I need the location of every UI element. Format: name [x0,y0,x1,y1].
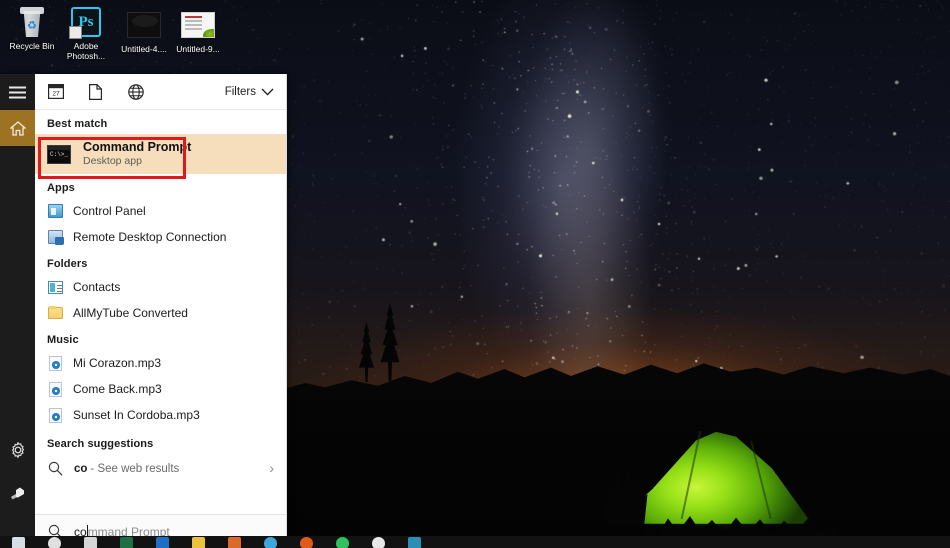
result-item-sunset-in-cordoba[interactable]: Sunset In Cordoba.mp3 [35,402,286,428]
image-thumbnail-icon [114,6,174,44]
result-item-label: Remote Desktop Connection [73,230,227,244]
taskbar-item-whatsapp[interactable] [324,536,360,548]
web-icon[interactable] [127,83,144,100]
power-icon [11,487,24,500]
desktop-icon-untitled-9[interactable]: Untitled-9... [168,6,228,54]
music-file-icon [47,407,63,423]
music-file-icon [47,381,63,397]
desktop-icon-group: ♻ Recycle Bin Ps Adobe Photosh... Untitl… [0,0,240,70]
filters-dropdown[interactable]: Filters [225,86,274,98]
taskbar-item-file-explorer[interactable] [180,536,216,548]
search-results-panel: 27 Filters Best match C:\>_ Command Prom… [35,74,287,548]
folder-icon [47,305,63,321]
result-item-allmytube-converted[interactable]: AllMyTube Converted [35,300,286,326]
result-item-subtitle: Desktop app [83,155,142,167]
desktop-icon-label: Adobe Photosh... [66,41,106,61]
result-item-text: Command Prompt Desktop app [83,140,191,168]
command-prompt-icon: C:\>_ [47,144,71,164]
section-heading-best-match: Best match [47,118,108,130]
control-panel-icon [47,203,63,219]
sidebar-item-settings[interactable] [0,432,35,468]
start-menu-rail [0,74,35,548]
remote-desktop-icon [47,229,64,245]
suggestion-rest: - See web results [90,463,180,475]
results-scroll-area[interactable]: Best match C:\>_ Command Prompt Desktop … [35,110,286,514]
result-item-control-panel[interactable]: Control Panel [35,198,286,224]
photoshop-badge: Ps [69,7,101,39]
desktop-icon-untitled-4[interactable]: Untitled-4.... [114,6,174,54]
desktop-icon-label: Untitled-4.... [121,44,167,54]
gear-icon [11,442,24,458]
hamburger-menu-button[interactable] [0,74,35,110]
taskbar-item-search[interactable] [36,536,72,548]
section-heading-apps: Apps [47,182,75,194]
section-heading-music: Music [47,334,79,346]
sidebar-item-power[interactable] [0,474,35,510]
documents-icon[interactable] [87,83,104,100]
image-thumbnail-icon [168,6,228,44]
recycle-bin-icon: ♻ [2,3,62,41]
photoshop-icon: Ps [56,3,116,41]
taskbar-item-start[interactable] [0,536,36,548]
taskbar-item-store[interactable] [144,536,180,548]
suggestion-query: co [74,463,88,475]
taskbar-item-paint[interactable] [216,536,252,548]
taskbar-item-task-view[interactable] [72,536,108,548]
result-item-label: Control Panel [73,204,146,218]
filters-label: Filters [224,85,256,98]
taskbar-item-edge[interactable] [252,536,288,548]
result-item-command-prompt[interactable]: C:\>_ Command Prompt Desktop app [35,134,286,174]
desktop-icon-label: Recycle Bin [9,41,55,51]
desktop-icon-recycle-bin[interactable]: ♻ Recycle Bin [2,3,62,51]
taskbar-item-excel[interactable] [108,536,144,548]
desktop-icon-adobe-photoshop[interactable]: Ps Adobe Photosh... [56,3,116,61]
result-item-label: Contacts [73,280,121,294]
search-icon [47,460,63,476]
suggestion-text: co - See web results [74,459,179,477]
music-file-icon [47,355,63,371]
result-item-come-back[interactable]: Come Back.mp3 [35,376,286,402]
result-item-label: Come Back.mp3 [73,382,162,396]
search-toolbar: 27 Filters [35,74,286,110]
contacts-icon [47,279,63,295]
desktop-icon-label: Untitled-9... [176,44,220,54]
apps-icon[interactable]: 27 [47,83,64,100]
result-item-label: Sunset In Cordoba.mp3 [73,408,200,422]
section-heading-search-suggestions: Search suggestions [47,438,154,450]
result-item-contacts[interactable]: Contacts [35,274,286,300]
result-item-remote-desktop-connection[interactable]: Remote Desktop Connection [35,224,286,250]
taskbar-item-photoshop[interactable] [396,536,432,548]
result-item-mi-corazon[interactable]: Mi Corazon.mp3 [35,350,286,376]
chevron-down-icon [261,88,274,96]
taskbar-item-firefox[interactable] [288,536,324,548]
start-search-panel: 27 Filters Best match C:\>_ Command Prom… [0,74,287,548]
section-heading-folders: Folders [47,258,88,270]
result-item-label: AllMyTube Converted [73,306,188,320]
sidebar-item-home[interactable] [0,110,35,146]
result-item-web-suggestion[interactable]: co - See web results › [35,454,286,482]
chevron-right-icon: › [269,460,274,476]
result-item-title: Command Prompt [83,140,192,154]
taskbar-item-chrome[interactable] [360,536,396,548]
svg-text:27: 27 [52,91,60,98]
taskbar [0,536,950,548]
result-item-label: Mi Corazon.mp3 [73,356,162,370]
hamburger-icon [9,86,26,98]
home-icon [9,120,26,136]
